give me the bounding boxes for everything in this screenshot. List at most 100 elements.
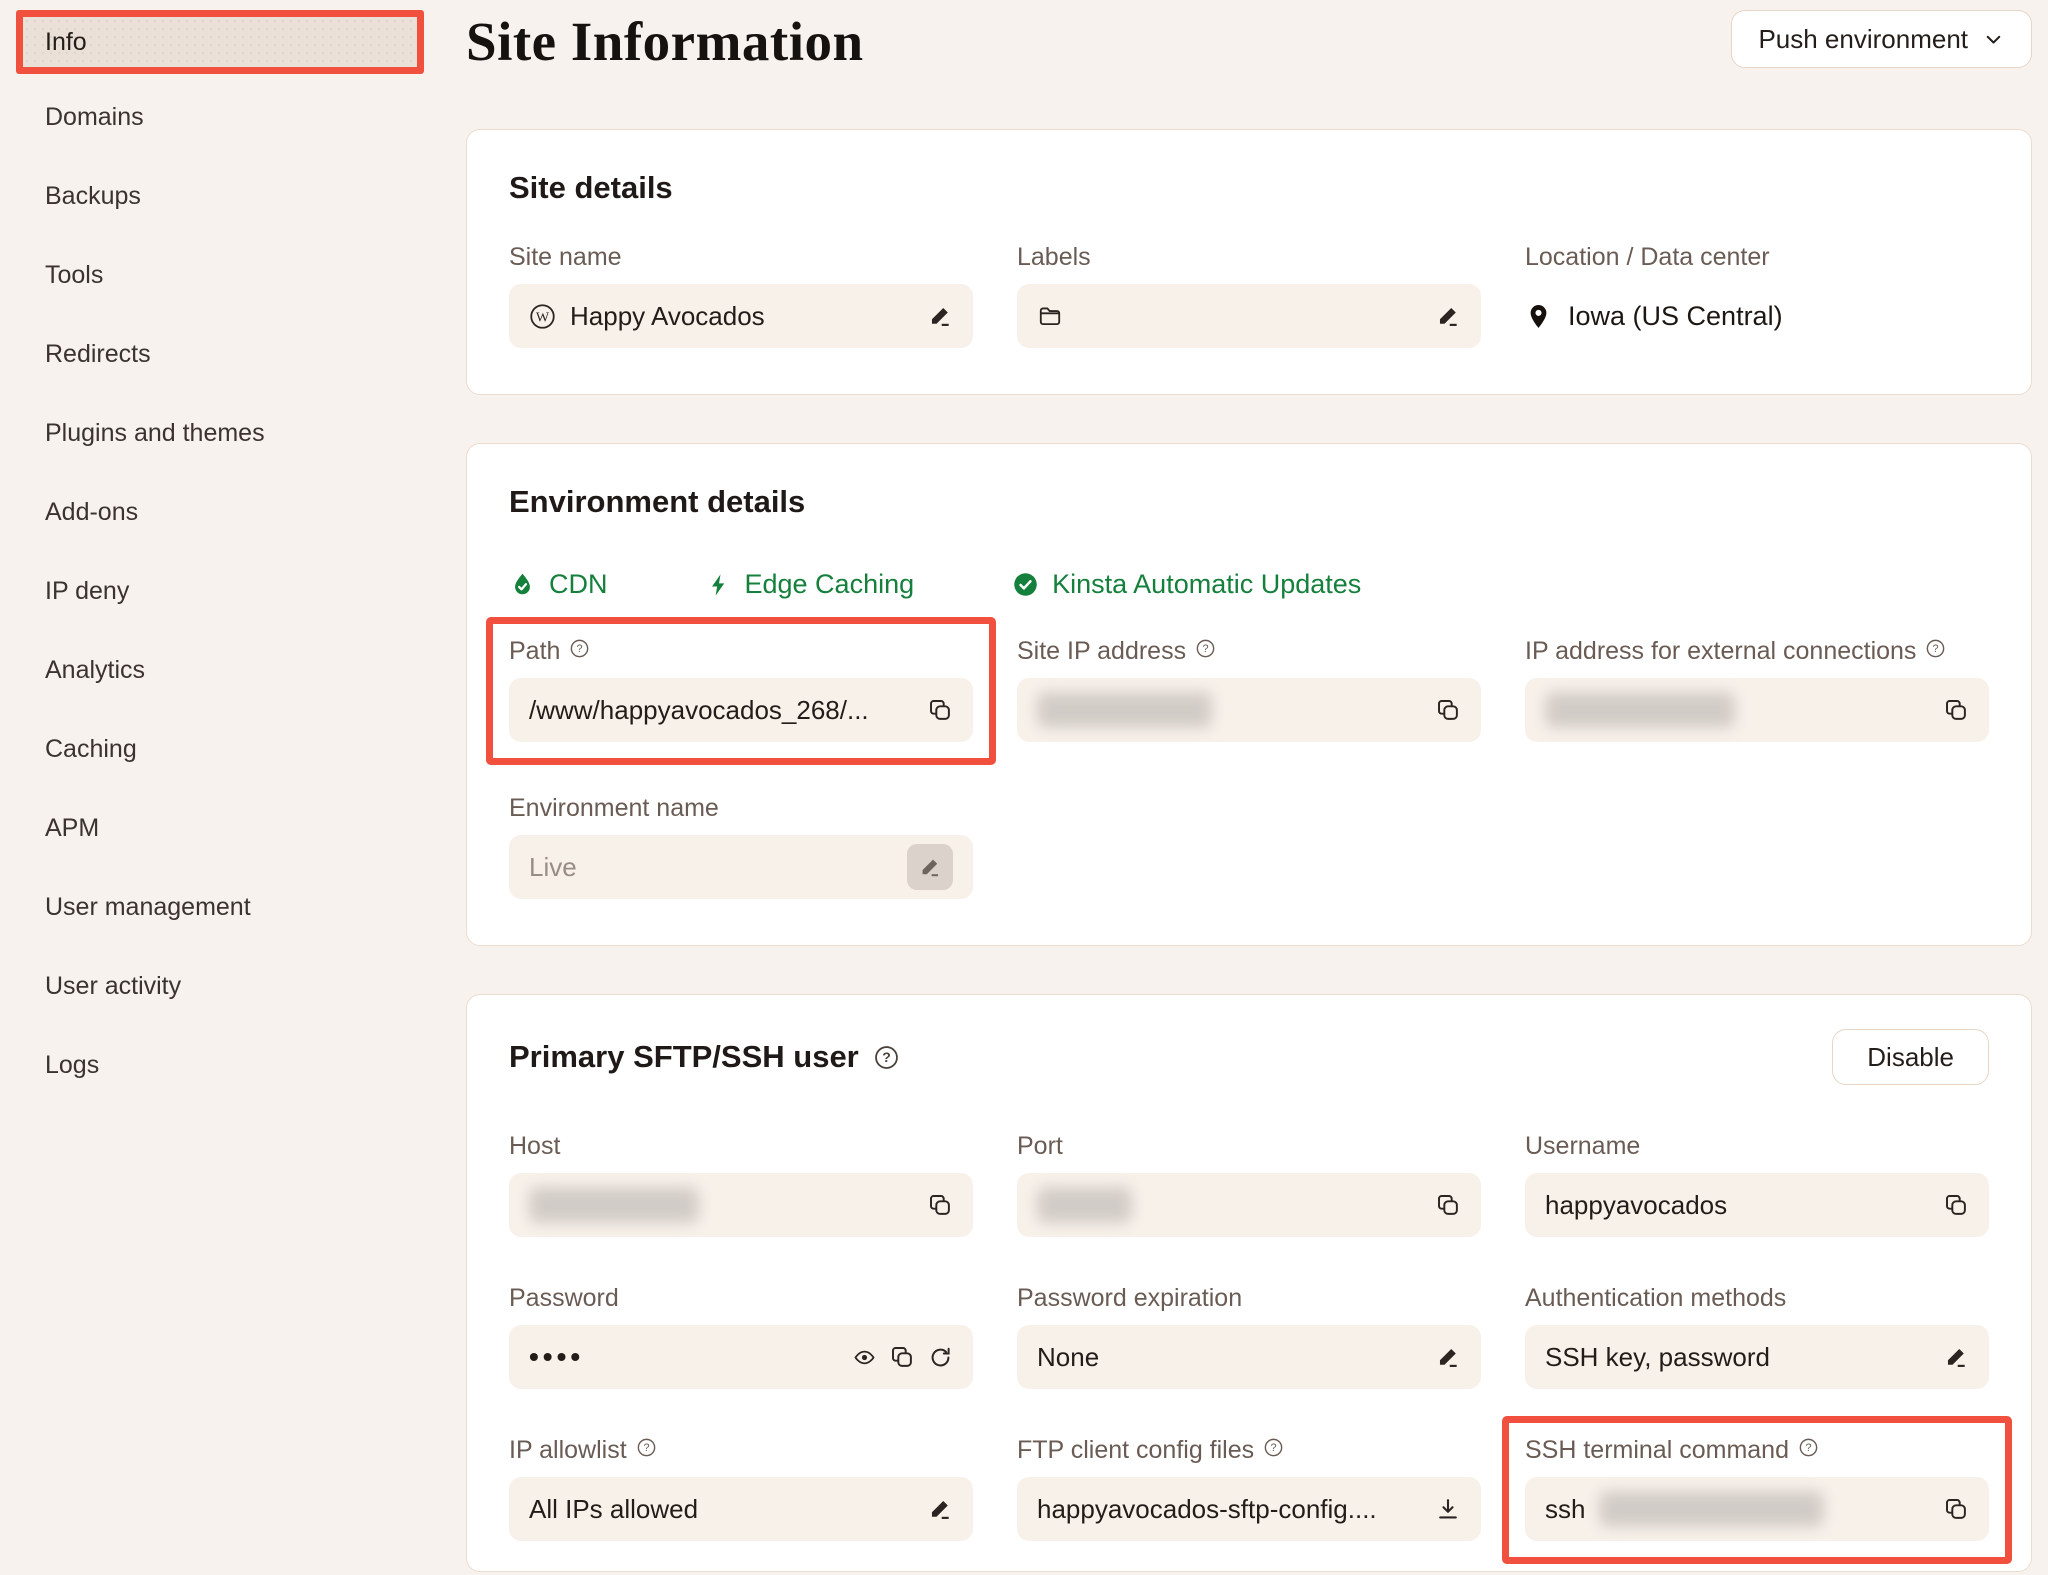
disable-button[interactable]: Disable (1832, 1029, 1989, 1085)
edit-labels-button[interactable] (1435, 303, 1461, 329)
site-name-value: Happy Avocados (570, 301, 913, 332)
chevron-down-icon (1982, 28, 2005, 51)
help-icon[interactable]: ? (1195, 638, 1216, 659)
sidebar-item-analytics[interactable]: Analytics (16, 638, 424, 702)
site-name-label: Site name (509, 242, 973, 272)
cdn-badge-label: CDN (549, 569, 608, 600)
download-ftp-config-button[interactable] (1435, 1496, 1461, 1522)
copy-username-button[interactable] (1943, 1192, 1969, 1218)
authentication-methods-value: SSH key, password (1545, 1342, 1929, 1373)
svg-text:W: W (536, 309, 550, 325)
edit-authentication-methods-button[interactable] (1943, 1344, 1969, 1370)
password-value: •••• (529, 1341, 839, 1373)
kinsta-automatic-updates-badge-label: Kinsta Automatic Updates (1052, 569, 1361, 600)
sidebar-item-backups[interactable]: Backups (16, 164, 424, 228)
path-label: Path ? (509, 636, 973, 666)
help-icon[interactable]: ? (636, 1437, 657, 1458)
password-field: •••• (509, 1325, 973, 1389)
password-expiration-label: Password expiration (1017, 1283, 1481, 1313)
push-environment-label: Push environment (1758, 24, 1968, 55)
edit-ip-allowlist-button[interactable] (927, 1496, 953, 1522)
sidebar-item-caching[interactable]: Caching (16, 717, 424, 781)
host-field (509, 1173, 973, 1237)
page-title: Site Information (466, 10, 864, 73)
sidebar-item-user-management[interactable]: User management (16, 875, 424, 939)
username-label: Username (1525, 1131, 1989, 1161)
sidebar: Info Domains Backups Tools Redirects Plu… (0, 0, 440, 1575)
redacted-ssh-command-value (1599, 1491, 1824, 1527)
help-icon[interactable]: ? (873, 1044, 900, 1071)
redacted-site-ip-value (1037, 692, 1212, 728)
show-password-button[interactable] (853, 1346, 876, 1369)
copy-path-button[interactable] (927, 697, 953, 723)
redacted-host-value (529, 1187, 699, 1223)
edit-site-name-button[interactable] (927, 303, 953, 329)
edit-icon (927, 1496, 953, 1522)
external-ip-label: IP address for external connections ? (1525, 636, 1989, 666)
ip-allowlist-label: IP allowlist ? (509, 1435, 973, 1465)
push-environment-button[interactable]: Push environment (1731, 10, 2032, 68)
sftp-ssh-card: Primary SFTP/SSH user ? Disable Host (466, 994, 2032, 1572)
ssh-command-label: SSH terminal command ? (1525, 1435, 1989, 1465)
cdn-badge: CDN (509, 569, 608, 600)
password-expiration-field: None (1017, 1325, 1481, 1389)
regenerate-password-button[interactable] (928, 1345, 953, 1370)
help-icon[interactable]: ? (569, 638, 590, 659)
copy-icon (1943, 1192, 1969, 1218)
edit-environment-name-button[interactable] (907, 844, 953, 890)
sidebar-item-domains[interactable]: Domains (16, 85, 424, 149)
highlight-box-path: Path ? /www/happyavocados_268/... (486, 617, 996, 765)
ftp-config-value: happyavocados-sftp-config.... (1037, 1494, 1421, 1525)
sidebar-item-user-activity[interactable]: User activity (16, 954, 424, 1018)
sidebar-item-plugins-and-themes[interactable]: Plugins and themes (16, 401, 424, 465)
copy-port-button[interactable] (1435, 1192, 1461, 1218)
path-field: /www/happyavocados_268/... (509, 678, 973, 742)
sidebar-item-redirects[interactable]: Redirects (16, 322, 424, 386)
eye-icon (853, 1346, 876, 1369)
copy-external-ip-button[interactable] (1943, 697, 1969, 723)
port-label: Port (1017, 1131, 1481, 1161)
copy-host-button[interactable] (927, 1192, 953, 1218)
lightning-icon (706, 572, 732, 598)
copy-site-ip-button[interactable] (1435, 697, 1461, 723)
location-value-row: Iowa (US Central) (1525, 284, 1989, 348)
site-ip-field (1017, 678, 1481, 742)
edit-icon (1943, 1344, 1969, 1370)
copy-icon (927, 697, 953, 723)
download-icon (1435, 1496, 1461, 1522)
help-icon[interactable]: ? (1798, 1437, 1819, 1458)
sidebar-item-add-ons[interactable]: Add-ons (16, 480, 424, 544)
kinsta-automatic-updates-badge: Kinsta Automatic Updates (1012, 569, 1361, 600)
external-ip-field (1525, 678, 1989, 742)
authentication-methods-field: SSH key, password (1525, 1325, 1989, 1389)
site-details-card: Site details Site name W Happy Avocados (466, 129, 2032, 395)
port-field (1017, 1173, 1481, 1237)
sftp-heading: Primary SFTP/SSH user ? (509, 1039, 900, 1075)
environment-details-heading: Environment details (509, 484, 1989, 520)
edit-icon (1435, 1344, 1461, 1370)
svg-text:?: ? (643, 1442, 649, 1454)
environment-badges: CDN Edge Caching Kinsta Automatic Update… (509, 569, 1989, 600)
copy-icon (889, 1344, 915, 1370)
main-content: Site Information Push environment Site d… (466, 0, 2032, 1572)
refresh-icon (928, 1345, 953, 1370)
topbar: Site Information Push environment (466, 0, 2032, 73)
copy-icon (1435, 697, 1461, 723)
ssh-command-field: ssh (1525, 1477, 1989, 1541)
help-icon[interactable]: ? (1925, 638, 1946, 659)
sidebar-item-apm[interactable]: APM (16, 796, 424, 860)
svg-text:?: ? (882, 1049, 891, 1065)
copy-ssh-command-button[interactable] (1943, 1496, 1969, 1522)
sidebar-item-info[interactable]: Info (16, 10, 424, 74)
svg-text:?: ? (1271, 1442, 1277, 1454)
sidebar-item-ip-deny[interactable]: IP deny (16, 559, 424, 623)
sidebar-item-tools[interactable]: Tools (16, 243, 424, 307)
environment-name-value: Live (529, 852, 893, 883)
location-label: Location / Data center (1525, 242, 1989, 272)
check-circle-icon (1012, 571, 1039, 598)
ssh-command-value: ssh (1545, 1494, 1585, 1525)
help-icon[interactable]: ? (1263, 1437, 1284, 1458)
edit-password-expiration-button[interactable] (1435, 1344, 1461, 1370)
copy-password-button[interactable] (889, 1344, 915, 1370)
sidebar-item-logs[interactable]: Logs (16, 1033, 424, 1097)
